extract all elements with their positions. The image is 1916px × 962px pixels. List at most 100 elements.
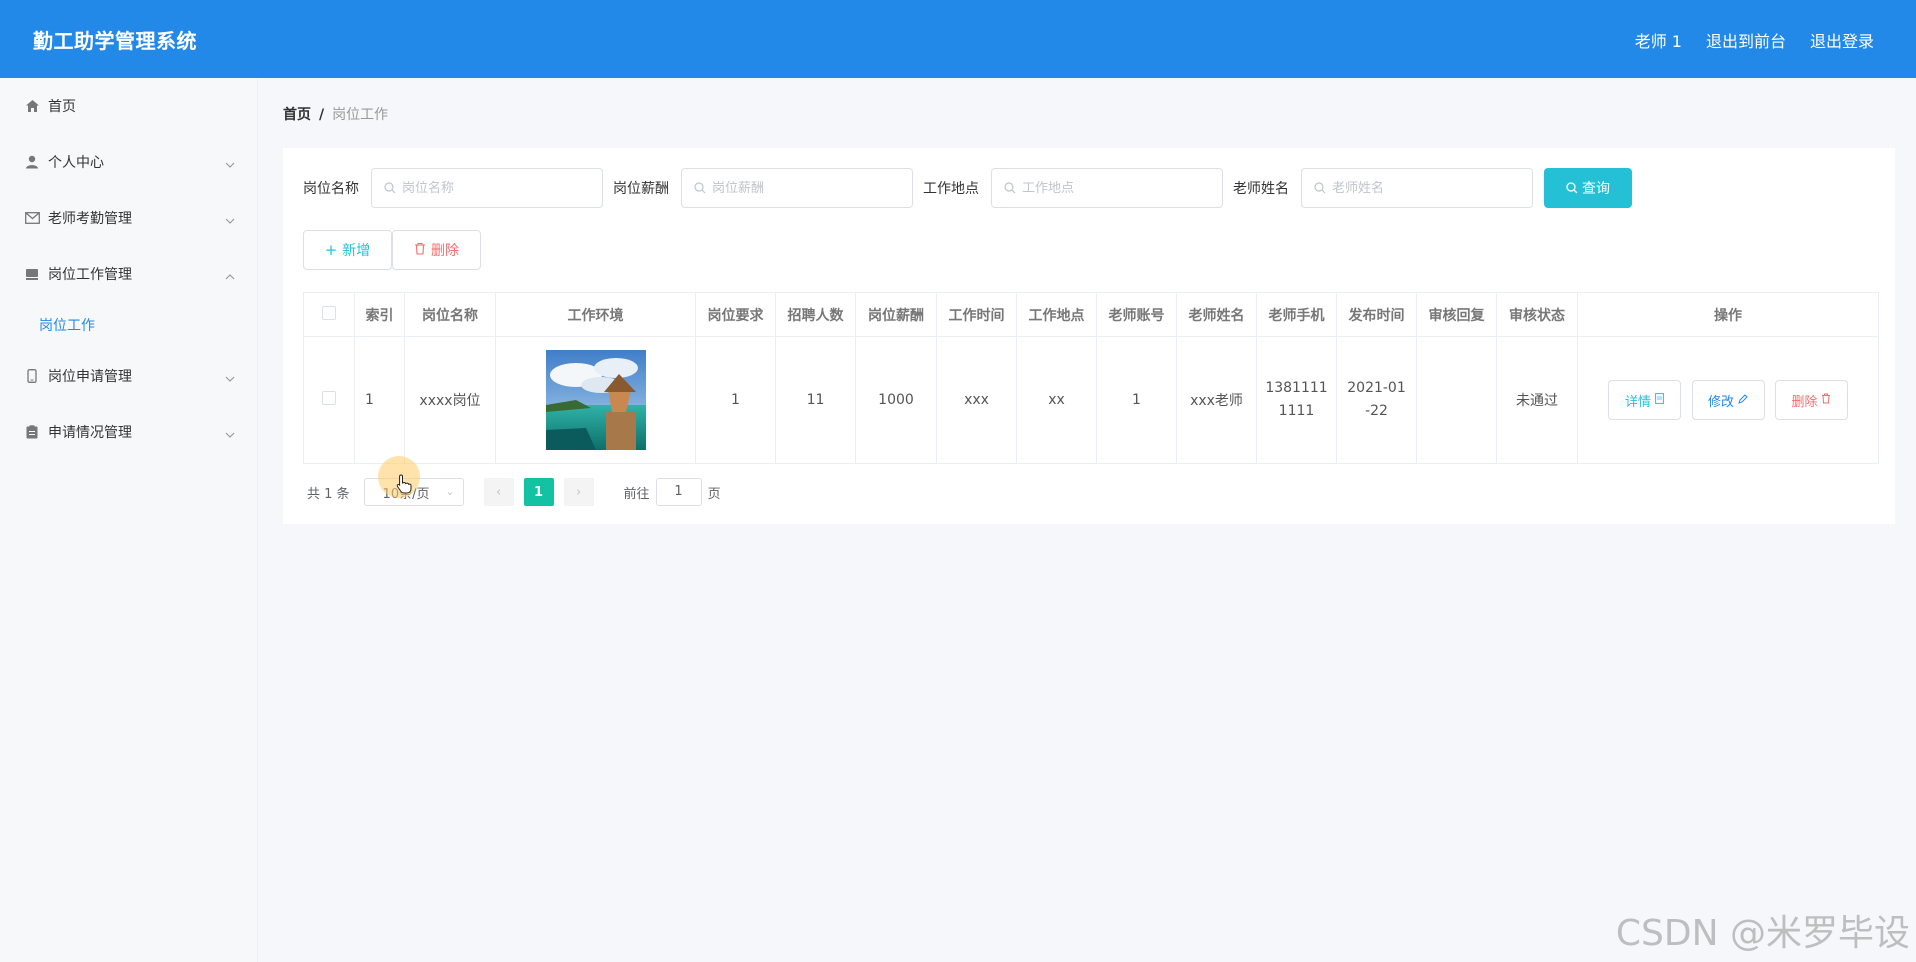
sidebar-item-job[interactable]: 岗位工作 bbox=[0, 302, 257, 348]
batch-delete-button[interactable]: 删除 bbox=[392, 230, 481, 270]
search-field-job-name[interactable] bbox=[371, 168, 603, 208]
sidebar-item-label: 岗位申请管理 bbox=[48, 369, 132, 385]
cell-requirement: 1 bbox=[695, 336, 776, 464]
trash-icon bbox=[414, 241, 426, 259]
detail-button-label: 详情 bbox=[1625, 394, 1652, 410]
sidebar-item-job-application[interactable]: 岗位申请管理 bbox=[0, 348, 257, 404]
search-form: 岗位名称 岗位薪酬 工作地点 老师姓名 查询 bbox=[303, 168, 1632, 208]
sidebar-item-attendance[interactable]: 老师考勤管理 bbox=[0, 190, 257, 246]
search-icon bbox=[1566, 182, 1578, 194]
table-header-cell: 发布时间 bbox=[1336, 292, 1417, 337]
chevron-up-icon bbox=[225, 268, 235, 284]
home-icon bbox=[24, 98, 40, 114]
cell-headcount: 11 bbox=[775, 336, 856, 464]
table-header-cell: 索引 bbox=[354, 292, 405, 337]
breadcrumb: 首页 / 岗位工作 bbox=[283, 104, 388, 124]
user-icon bbox=[24, 154, 40, 170]
sidebar-item-home[interactable]: 首页 bbox=[0, 78, 257, 134]
hand-cursor-icon bbox=[396, 474, 412, 498]
sidebar-item-label: 首页 bbox=[48, 99, 76, 115]
top-header: 勤工助学管理系统 老师 1 退出到前台 退出登录 bbox=[0, 0, 1916, 78]
breadcrumb-separator: / bbox=[319, 107, 325, 123]
cell-location: xx bbox=[1016, 336, 1097, 464]
action-bar: + 新增 删除 bbox=[303, 230, 481, 270]
select-all-checkbox[interactable] bbox=[322, 305, 336, 320]
table-header-cell: 岗位名称 bbox=[404, 292, 496, 337]
exit-to-frontend-link[interactable]: 退出到前台 bbox=[1706, 28, 1786, 52]
app-title: 勤工助学管理系统 bbox=[33, 29, 197, 53]
search-label-location: 工作地点 bbox=[923, 181, 979, 197]
user-name-link[interactable]: 老师 1 bbox=[1635, 28, 1682, 52]
delete-button-label: 删除 bbox=[431, 243, 459, 259]
table-header-cell: 工作环境 bbox=[495, 292, 696, 337]
teacher-input[interactable] bbox=[1332, 180, 1522, 196]
document-icon bbox=[1655, 393, 1664, 407]
cell-teacher-account: 1 bbox=[1096, 336, 1177, 464]
prev-page-button[interactable]: ‹ bbox=[483, 478, 514, 506]
search-icon bbox=[1004, 182, 1016, 194]
sidebar-item-personal-center[interactable]: 个人中心 bbox=[0, 134, 257, 190]
job-name-input[interactable] bbox=[402, 180, 592, 196]
search-field-teacher[interactable] bbox=[1301, 168, 1533, 208]
table-header-cell: 审核状态 bbox=[1496, 292, 1578, 337]
table-header-select bbox=[303, 292, 355, 337]
logout-link[interactable]: 退出登录 bbox=[1810, 28, 1874, 52]
search-label-salary: 岗位薪酬 bbox=[613, 181, 669, 197]
plus-icon: + bbox=[324, 241, 338, 259]
edit-icon bbox=[1738, 393, 1748, 407]
briefcase-icon bbox=[24, 266, 40, 282]
cell-index: 1 bbox=[354, 336, 405, 464]
salary-input[interactable] bbox=[712, 180, 902, 196]
cell-salary: 1000 bbox=[855, 336, 937, 464]
query-button-label: 查询 bbox=[1582, 181, 1610, 197]
sidebar-item-label: 岗位工作管理 bbox=[48, 267, 132, 283]
goto-prefix: 前往 bbox=[623, 486, 650, 502]
next-page-button[interactable]: › bbox=[563, 478, 594, 506]
edit-button[interactable]: 修改 bbox=[1691, 380, 1765, 420]
breadcrumb-home[interactable]: 首页 bbox=[283, 107, 311, 123]
sidebar-item-label: 申请情况管理 bbox=[48, 425, 132, 441]
mail-icon bbox=[24, 210, 40, 226]
location-input[interactable] bbox=[1022, 180, 1212, 196]
cell-teacher-phone: 1381111 1111 bbox=[1256, 336, 1337, 464]
edit-button-label: 修改 bbox=[1707, 394, 1734, 410]
detail-button[interactable]: 详情 bbox=[1608, 380, 1682, 420]
table-header-row: 索引 岗位名称 工作环境 岗位要求 招聘人数 岗位薪酬 工作时间 工作地点 老师… bbox=[303, 292, 1879, 337]
sidebar: 首页 个人中心 老师考勤管理 岗位工作管理 岗位工作 岗位申请管理 申请情况管理 bbox=[0, 78, 258, 962]
cell-review-reply bbox=[1416, 336, 1497, 464]
delete-row-button[interactable]: 删除 bbox=[1774, 380, 1848, 420]
chevron-down-icon bbox=[225, 156, 235, 172]
trash-icon bbox=[1821, 393, 1831, 407]
sidebar-item-application-status[interactable]: 申请情况管理 bbox=[0, 404, 257, 460]
goto-page-input[interactable]: 1 bbox=[655, 478, 702, 506]
breadcrumb-current: 岗位工作 bbox=[332, 107, 389, 123]
phone-line-2: 1111 bbox=[1278, 403, 1315, 419]
table-row: 1 xxxx岗位 1 11 1000 xxx xx 1 xxx老师 138111… bbox=[303, 336, 1879, 464]
chevron-left-icon: ‹ bbox=[495, 484, 502, 500]
sidebar-item-label: 个人中心 bbox=[48, 155, 104, 171]
table-header-cell: 老师手机 bbox=[1256, 292, 1337, 337]
search-label-teacher: 老师姓名 bbox=[1233, 181, 1289, 197]
row-checkbox[interactable] bbox=[322, 391, 336, 405]
search-icon bbox=[694, 182, 706, 194]
main-content: 首页 / 岗位工作 岗位名称 岗位薪酬 工作地点 老师姓名 bbox=[258, 78, 1916, 962]
query-button[interactable]: 查询 bbox=[1544, 168, 1632, 208]
cell-operations: 详情 修改 删除 bbox=[1577, 336, 1879, 464]
phone-line-1: 1381111 bbox=[1265, 380, 1328, 396]
date-line-1: 2021-01 bbox=[1347, 380, 1406, 396]
table-header-cell: 老师姓名 bbox=[1176, 292, 1257, 337]
date-line-2: -22 bbox=[1365, 403, 1388, 419]
add-button[interactable]: + 新增 bbox=[303, 230, 392, 270]
search-field-location[interactable] bbox=[991, 168, 1223, 208]
header-nav: 老师 1 退出到前台 退出登录 bbox=[1635, 28, 1874, 52]
sidebar-item-job-management[interactable]: 岗位工作管理 bbox=[0, 246, 257, 302]
search-field-salary[interactable] bbox=[681, 168, 913, 208]
page-number-current[interactable]: 1 bbox=[523, 478, 554, 506]
chevron-down-icon bbox=[225, 370, 235, 386]
table-header-cell: 老师账号 bbox=[1096, 292, 1177, 337]
cell-environment bbox=[495, 336, 696, 464]
table-header-cell: 工作地点 bbox=[1016, 292, 1097, 337]
cell-teacher-name: xxx老师 bbox=[1176, 336, 1257, 464]
environment-photo bbox=[545, 350, 646, 450]
job-table: 索引 岗位名称 工作环境 岗位要求 招聘人数 岗位薪酬 工作时间 工作地点 老师… bbox=[303, 292, 1879, 464]
